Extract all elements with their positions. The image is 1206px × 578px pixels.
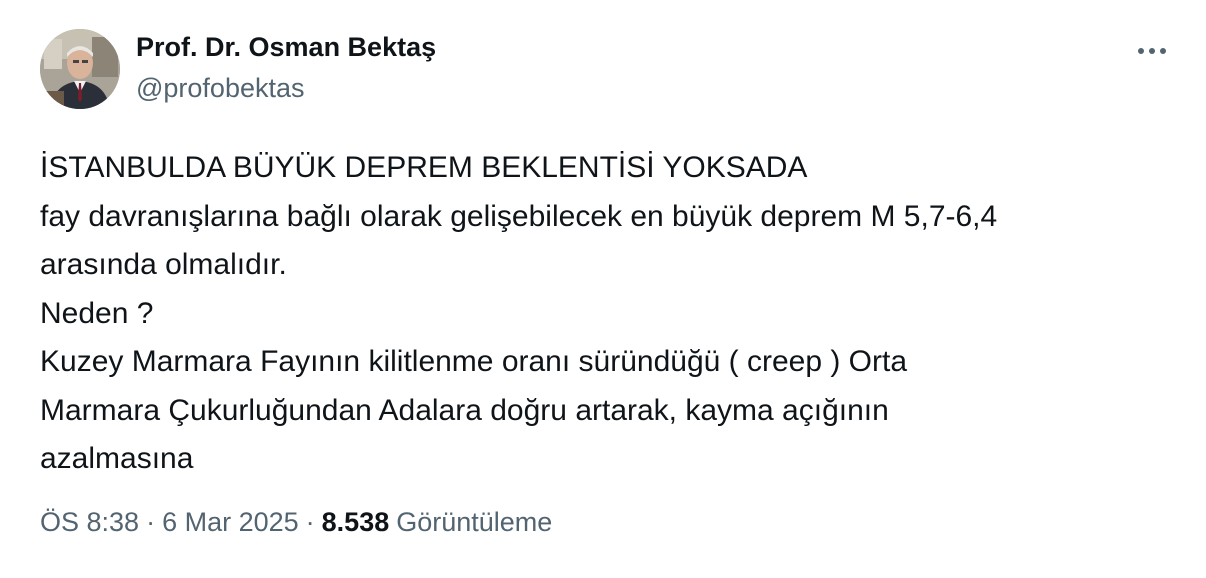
views-label[interactable]: Görüntüleme (389, 507, 552, 537)
avatar-photo-icon (40, 29, 120, 109)
tweet-text-line: Neden ? (40, 296, 154, 330)
more-horizontal-icon (1138, 48, 1166, 54)
tweet-text-line: arasında olmalıdır. (40, 248, 287, 281)
tweet-text-line: Kuzey Marmara Fayının kilitlenme oranı s… (40, 345, 908, 378)
tweet-text: İSTANBULDA BÜYÜK DEPREM BEKLENTİSİ YOKSA… (40, 144, 1180, 484)
meta-separator: · (305, 507, 315, 537)
tweet-date[interactable]: 6 Mar 2025 (162, 507, 299, 537)
meta-separator: · (146, 507, 156, 537)
tweet-text-line: azalmasına (40, 442, 194, 475)
tweet-time[interactable]: ÖS 8:38 (40, 507, 139, 537)
tweet-text-line: fay davranışlarına bağlı olarak gelişebi… (40, 199, 998, 233)
views-count[interactable]: 8.538 (322, 507, 390, 537)
author-name[interactable]: Prof. Dr. Osman Bektaş (136, 32, 436, 63)
author-avatar[interactable] (40, 29, 120, 109)
tweet-metadata: ÖS 8:38 · 6 Mar 2025 · 8.538 Görüntüleme (40, 507, 552, 538)
tweet-text-line: İSTANBULDA BÜYÜK DEPREM BEKLENTİSİ YOKSA… (40, 151, 808, 184)
author-handle[interactable]: @profobektas (136, 73, 305, 104)
tweet: Prof. Dr. Osman Bektaş @profobektas İSTA… (0, 0, 1206, 578)
more-options-button[interactable] (1130, 33, 1174, 69)
tweet-text-line: Marmara Çukurluğundan Adalara doğru arta… (40, 393, 889, 427)
